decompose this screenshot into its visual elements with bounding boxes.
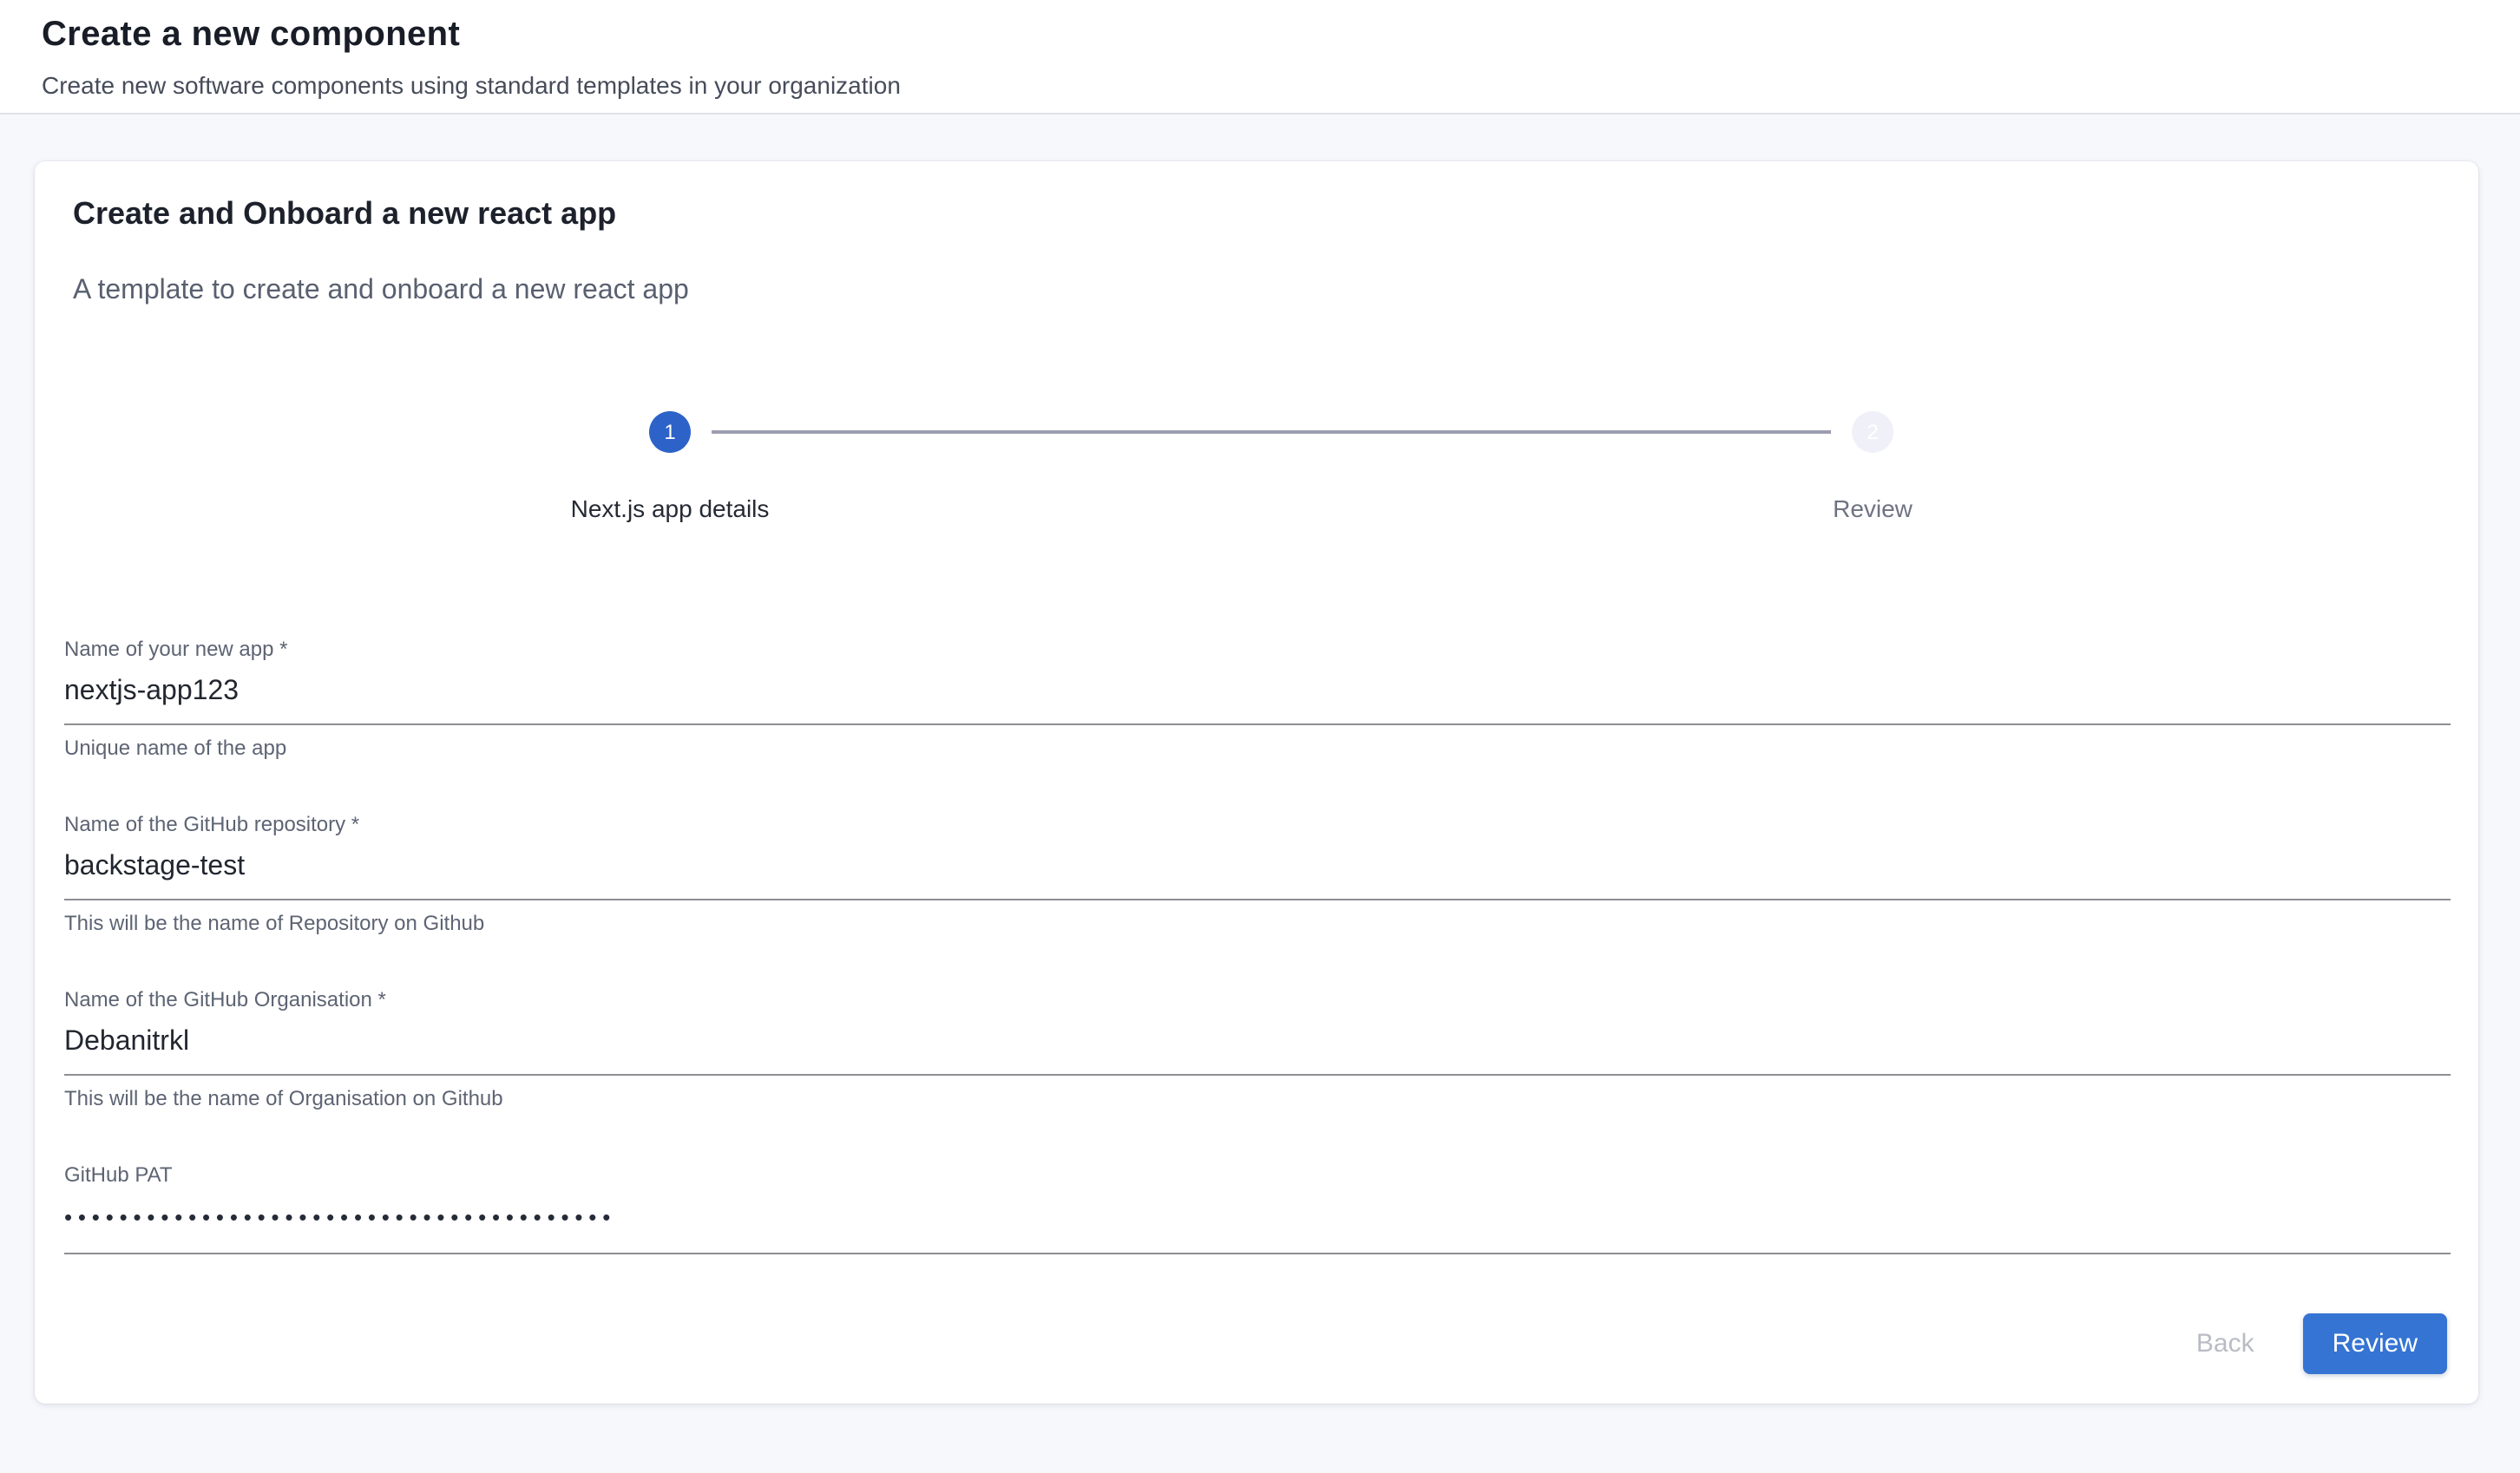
wizard-actions: Back Review <box>2169 1313 2447 1374</box>
page-title: Create a new component <box>42 10 2478 59</box>
field-app-name: Name of your new app * Unique name of th… <box>64 637 2451 760</box>
app-details-form: Name of your new app * Unique name of th… <box>35 637 2478 1254</box>
app-name-label: Name of your new app * <box>64 637 2451 661</box>
step-2-label: Review <box>1682 493 2064 524</box>
step-1-label: Next.js app details <box>479 493 861 524</box>
template-wizard-card: Create and Onboard a new react app A tem… <box>35 161 2478 1404</box>
stepper-connector-line <box>712 430 1831 434</box>
app-name-input[interactable] <box>64 673 2451 725</box>
step-1-icon[interactable]: 1 <box>649 411 691 453</box>
page: Create a new component Create new softwa… <box>0 0 2520 1473</box>
field-github-pat: GitHub PAT <box>64 1162 2451 1254</box>
review-button[interactable]: Review <box>2303 1313 2447 1374</box>
repo-name-helper: This will be the name of Repository on G… <box>64 911 2451 935</box>
github-pat-input[interactable] <box>64 1199 2451 1254</box>
step-1-number: 1 <box>664 420 675 444</box>
repo-name-label: Name of the GitHub repository * <box>64 812 2451 836</box>
field-repo-name: Name of the GitHub repository * This wil… <box>64 812 2451 935</box>
field-org-name: Name of the GitHub Organisation * This w… <box>64 987 2451 1110</box>
page-subtitle: Create new software components using sta… <box>42 69 2478 101</box>
app-name-helper: Unique name of the app <box>64 736 2451 760</box>
org-name-label: Name of the GitHub Organisation * <box>64 987 2451 1011</box>
template-description: A template to create and onboard a new r… <box>35 234 2478 311</box>
step-2-icon[interactable]: 2 <box>1852 411 1893 453</box>
template-title: Create and Onboard a new react app <box>35 161 2478 234</box>
step-2-number: 2 <box>1867 420 1878 444</box>
back-button[interactable]: Back <box>2169 1315 2282 1372</box>
org-name-helper: This will be the name of Organisation on… <box>64 1086 2451 1110</box>
wizard-stepper: 1 2 Next.js app details Review <box>35 411 2478 529</box>
page-header: Create a new component Create new softwa… <box>0 0 2520 115</box>
repo-name-input[interactable] <box>64 848 2451 900</box>
org-name-input[interactable] <box>64 1024 2451 1076</box>
github-pat-label: GitHub PAT <box>64 1162 2451 1187</box>
